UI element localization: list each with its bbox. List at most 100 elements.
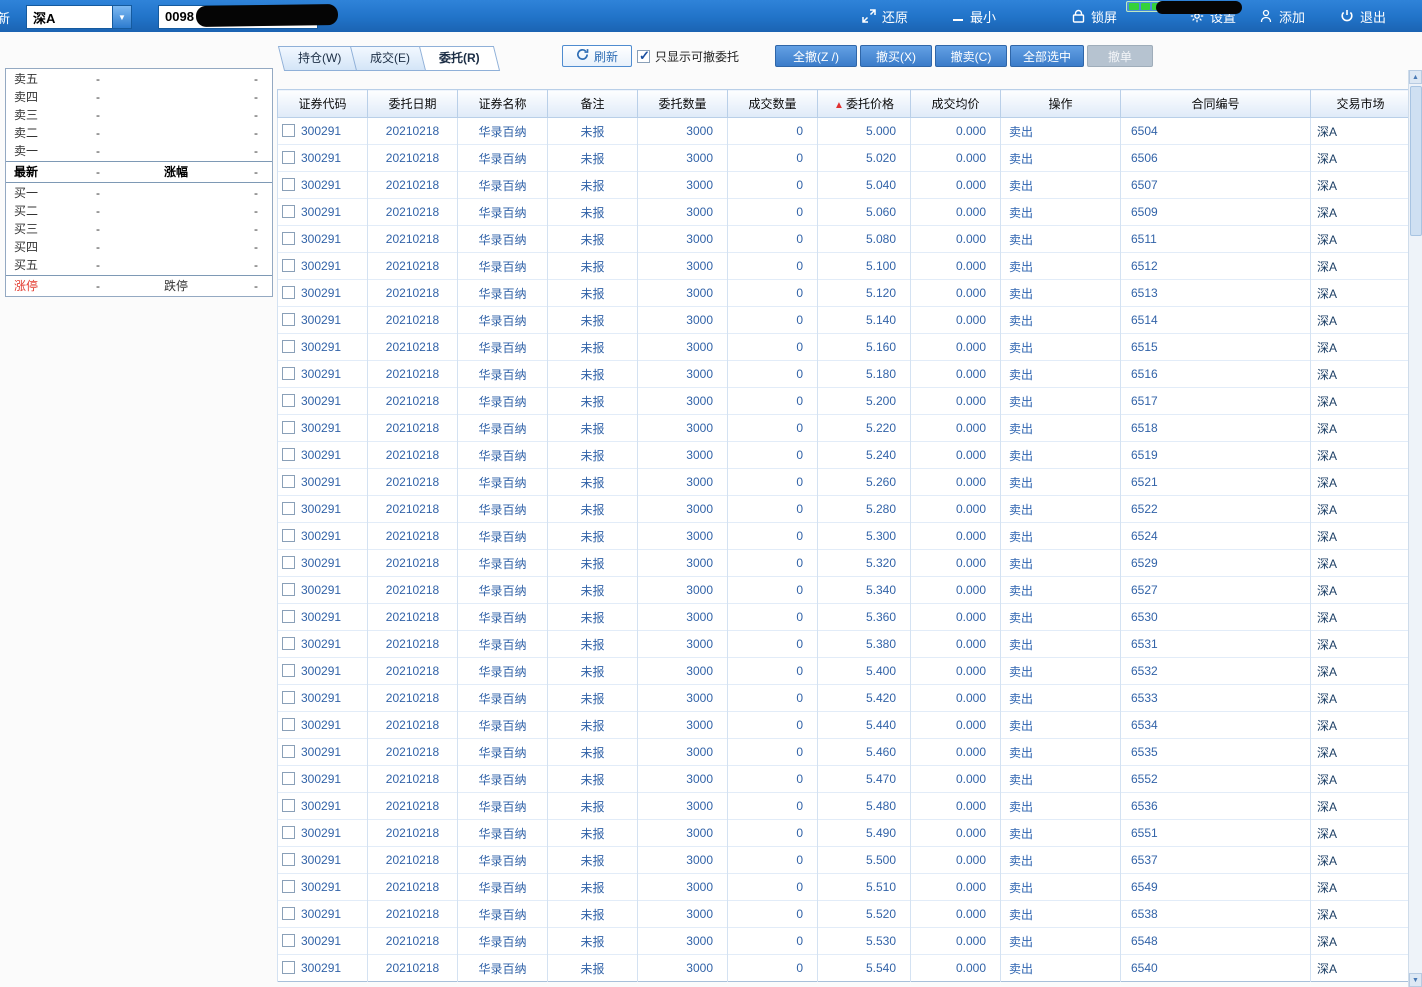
row-checkbox[interactable] — [282, 745, 295, 758]
row-checkbox[interactable] — [282, 394, 295, 407]
row-checkbox[interactable] — [282, 691, 295, 704]
sell-action-link[interactable]: 卖出 — [1009, 962, 1033, 976]
col-header-date[interactable]: 委托日期 — [367, 89, 458, 118]
sell-action-link[interactable]: 卖出 — [1009, 152, 1033, 166]
sell-action-link[interactable]: 卖出 — [1009, 800, 1033, 814]
col-header-market[interactable]: 交易市场 — [1310, 89, 1411, 118]
tab-orders[interactable]: 委托(R) — [419, 46, 501, 71]
sell-action-link[interactable]: 卖出 — [1009, 530, 1033, 544]
sell-action-link[interactable]: 卖出 — [1009, 260, 1033, 274]
row-checkbox[interactable] — [282, 664, 295, 677]
sell-action-link[interactable]: 卖出 — [1009, 179, 1033, 193]
row-checkbox[interactable] — [282, 934, 295, 947]
row-checkbox[interactable] — [282, 583, 295, 596]
sell-action-link[interactable]: 卖出 — [1009, 422, 1033, 436]
refresh-button[interactable]: 刷新 — [562, 45, 632, 67]
sell-action-link[interactable]: 卖出 — [1009, 773, 1033, 787]
cancel-all-button[interactable]: 全撤(Z /) — [775, 45, 857, 67]
sell-action-link[interactable]: 卖出 — [1009, 881, 1033, 895]
sell-action-link[interactable]: 卖出 — [1009, 746, 1033, 760]
row-checkbox[interactable] — [282, 340, 295, 353]
show-cancellable-checkbox[interactable] — [637, 48, 650, 64]
row-checkbox[interactable] — [282, 367, 295, 380]
tab-positions[interactable]: 持仓(W) — [277, 46, 362, 71]
sell-action-link[interactable]: 卖出 — [1009, 206, 1033, 220]
row-checkbox[interactable] — [282, 610, 295, 623]
sell-action-link[interactable]: 卖出 — [1009, 233, 1033, 247]
restore-button[interactable]: 还原 — [862, 0, 908, 32]
sell-action-link[interactable]: 卖出 — [1009, 827, 1033, 841]
sell-action-link[interactable]: 卖出 — [1009, 503, 1033, 517]
col-header-qty[interactable]: 委托数量 — [637, 89, 728, 118]
sell-action-link[interactable]: 卖出 — [1009, 557, 1033, 571]
cancel-sells-button[interactable]: 撤卖(C) — [935, 45, 1007, 67]
row-checkbox[interactable] — [282, 259, 295, 272]
cancel-order-button[interactable]: 撤单 — [1087, 45, 1153, 67]
add-account-button[interactable]: 添加 — [1260, 0, 1305, 32]
col-header-filled[interactable]: 成交数量 — [727, 89, 818, 118]
sell-action-link[interactable]: 卖出 — [1009, 692, 1033, 706]
scrollbar-thumb[interactable] — [1410, 86, 1422, 236]
col-header-remark[interactable]: 备注 — [547, 89, 638, 118]
sell-action-link[interactable]: 卖出 — [1009, 638, 1033, 652]
sell-action-link[interactable]: 卖出 — [1009, 611, 1033, 625]
row-checkbox[interactable] — [282, 961, 295, 974]
row-checkbox[interactable] — [282, 232, 295, 245]
select-all-button[interactable]: 全部选中 — [1010, 45, 1084, 67]
lock-screen-button[interactable]: 锁屏 — [1072, 0, 1117, 32]
order-quantity: 3000 — [637, 576, 728, 604]
sell-action-link[interactable]: 卖出 — [1009, 368, 1033, 382]
row-checkbox[interactable] — [282, 529, 295, 542]
row-checkbox[interactable] — [282, 880, 295, 893]
row-checkbox[interactable] — [282, 124, 295, 137]
row-checkbox[interactable] — [282, 178, 295, 191]
sell-action-link[interactable]: 卖出 — [1009, 908, 1033, 922]
sell-action-link[interactable]: 卖出 — [1009, 395, 1033, 409]
row-checkbox[interactable] — [282, 772, 295, 785]
col-header-avg[interactable]: 成交均价 — [910, 89, 1001, 118]
vertical-scrollbar[interactable]: ▲ ▼ — [1408, 70, 1422, 987]
row-checkbox[interactable] — [282, 448, 295, 461]
row-checkbox[interactable] — [282, 799, 295, 812]
row-checkbox[interactable] — [282, 475, 295, 488]
row-checkbox[interactable] — [282, 853, 295, 866]
sell-action-link[interactable]: 卖出 — [1009, 935, 1033, 949]
row-checkbox[interactable] — [282, 286, 295, 299]
sell-action-link[interactable]: 卖出 — [1009, 584, 1033, 598]
col-header-contract[interactable]: 合同编号 — [1120, 89, 1311, 118]
row-checkbox[interactable] — [282, 718, 295, 731]
row-checkbox[interactable] — [282, 637, 295, 650]
col-header-code[interactable]: 证券代码 — [277, 89, 368, 118]
order-quantity: 3000 — [637, 711, 728, 739]
scroll-up-button[interactable]: ▲ — [1409, 70, 1422, 84]
sell-action-link[interactable]: 卖出 — [1009, 125, 1033, 139]
row-checkbox[interactable] — [282, 826, 295, 839]
col-header-price[interactable]: ▲ 委托价格 — [817, 89, 911, 118]
row-checkbox[interactable] — [282, 205, 295, 218]
row-checkbox[interactable] — [282, 907, 295, 920]
minimize-button[interactable]: 最小 — [952, 0, 996, 32]
exit-button[interactable]: 退出 — [1340, 0, 1386, 32]
row-checkbox[interactable] — [282, 502, 295, 515]
row-checkbox[interactable] — [282, 151, 295, 164]
sell-action-link[interactable]: 卖出 — [1009, 341, 1033, 355]
row-checkbox[interactable] — [282, 313, 295, 326]
market-select[interactable]: 深A ▼ — [26, 5, 132, 29]
show-cancellable-filter[interactable]: 只显示可撤委托 — [637, 48, 739, 65]
row-checkbox[interactable] — [282, 421, 295, 434]
sell-action-link[interactable]: 卖出 — [1009, 476, 1033, 490]
sell-action-link[interactable]: 卖出 — [1009, 665, 1033, 679]
scroll-down-button[interactable]: ▼ — [1409, 973, 1422, 987]
sell-action-link[interactable]: 卖出 — [1009, 287, 1033, 301]
sell-action-link[interactable]: 卖出 — [1009, 854, 1033, 868]
security-name: 华录百纳 — [457, 549, 548, 577]
tab-trades[interactable]: 成交(E) — [350, 46, 431, 71]
col-header-action[interactable]: 操作 — [1000, 89, 1121, 118]
col-header-name[interactable]: 证券名称 — [457, 89, 548, 118]
sell-action-link[interactable]: 卖出 — [1009, 314, 1033, 328]
sell-action-link[interactable]: 卖出 — [1009, 449, 1033, 463]
sell-action-link[interactable]: 卖出 — [1009, 719, 1033, 733]
cancel-buys-button[interactable]: 撤买(X) — [860, 45, 932, 67]
row-checkbox[interactable] — [282, 556, 295, 569]
chevron-down-icon[interactable]: ▼ — [112, 6, 131, 28]
